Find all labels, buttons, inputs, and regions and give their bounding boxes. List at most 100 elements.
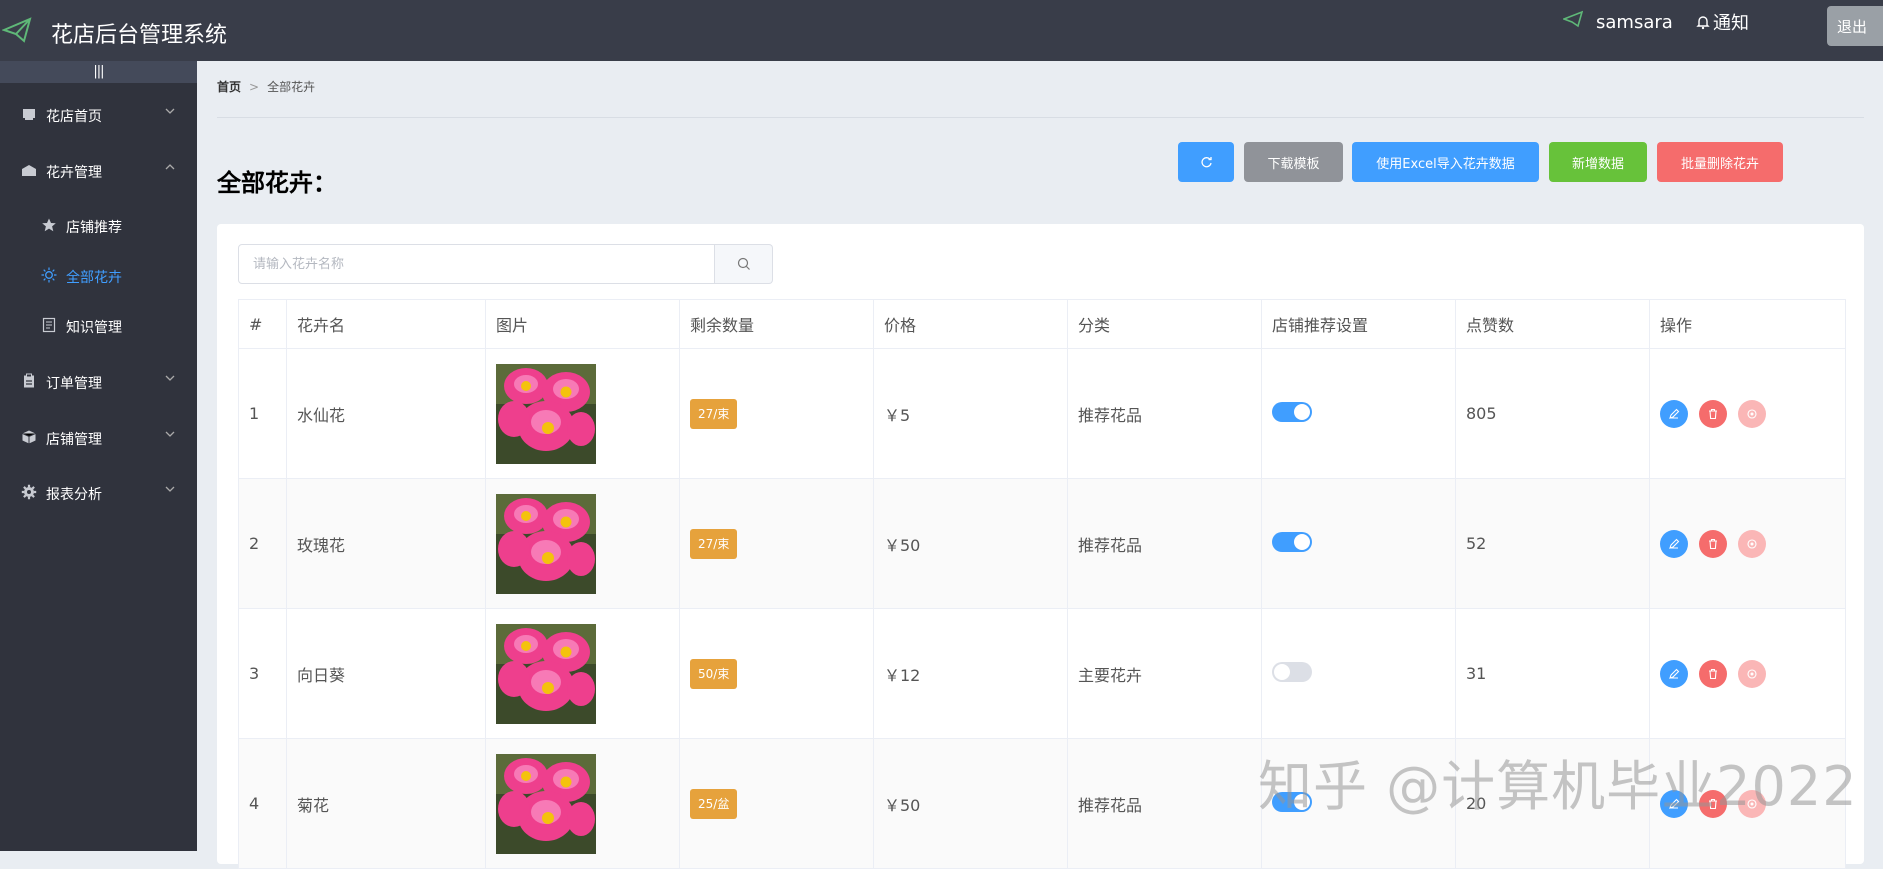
detail-icon [1747,408,1757,419]
delete-button[interactable] [1699,399,1727,428]
chevron-down-icon [165,375,175,381]
actions-cell [1649,608,1846,739]
recommend-toggle[interactable] [1272,401,1312,422]
column-header: 点赞数 [1455,299,1650,349]
sidebar-item-label: 全部花卉 [66,270,122,286]
toggle-knob [1274,663,1290,680]
search-button[interactable] [715,244,773,284]
category: 主要花卉 [1067,608,1262,739]
row-index: 3 [238,608,287,739]
row-index: 4 [238,738,287,869]
edit-icon [1669,668,1680,679]
breadcrumb-separator-icon: > [249,80,260,94]
detail-icon [1747,538,1757,549]
likes: 52 [1455,478,1650,609]
toggle-knob [1294,403,1310,420]
category: 推荐花品 [1067,478,1262,609]
edit-button[interactable] [1660,399,1688,428]
actions-cell [1649,348,1846,479]
chevron-down-icon [165,431,175,437]
quantity-cell: 27/束 [679,348,874,479]
batch-delete-button[interactable]: 批量删除花卉 [1657,142,1783,182]
chevron-up-icon [165,164,175,170]
actions-cell [1649,478,1846,609]
app-title: 花店后台管理系统 [51,23,228,48]
quantity-tag: 27/束 [690,528,738,559]
notify-link[interactable]: 通知 [1695,9,1749,35]
sidebar-item-shop-home[interactable]: 花店首页 [0,95,197,135]
quantity-tag: 50/束 [690,658,738,689]
column-header: 店铺推荐设置 [1261,299,1456,349]
sidebar-item-all-flowers[interactable]: 全部花卉 [0,256,197,296]
watermark: 知乎 @计算机毕业2022 [1258,755,1858,818]
sidebar-item-label: 花卉管理 [46,165,102,181]
recommend-toggle[interactable] [1272,531,1312,552]
flower-image-cell [485,478,680,609]
column-header: 分类 [1067,299,1262,349]
breadcrumb-home[interactable]: 首页 [217,80,241,94]
table-row: 3 向日葵 50/束 ￥12 主要花卉 31 [238,608,1846,739]
likes: 31 [1455,608,1650,739]
quantity-cell: 25/盆 [679,738,874,869]
page-title: 全部花卉： [217,169,337,197]
sidebar-toggle[interactable]: ||| [0,61,197,83]
quantity-tag: 27/束 [690,398,738,429]
sidebar-item-shop-recommend[interactable]: 店铺推荐 [0,206,197,246]
detail-button[interactable] [1738,399,1766,428]
logout-button[interactable]: 退出 [1827,6,1883,46]
paper-plane-logo-icon [2,17,32,43]
sidebar: ||| 花店首页 花卉管理 店铺推荐 全部花卉 知识管理 订单管理 店铺管理 报… [0,61,197,851]
edit-button[interactable] [1660,529,1688,558]
flower-name: 向日葵 [286,608,486,739]
table-row: 2 玫瑰花 27/束 ￥50 推荐花品 52 [238,478,1846,609]
refresh-button[interactable] [1178,142,1234,182]
username[interactable]: samsara [1596,12,1673,33]
shop-icon [23,109,35,120]
chevron-down-icon [165,486,175,492]
add-data-button[interactable]: 新增数据 [1549,142,1647,182]
table-row: 1 水仙花 27/束 ￥5 推荐花品 805 [238,348,1846,479]
table-header-row: # 花卉名 图片 剩余数量 价格 分类 店铺推荐设置 点赞数 操作 [238,299,1846,349]
import-excel-button[interactable]: 使用Excel导入花卉数据 [1352,142,1539,182]
sidebar-item-label: 订单管理 [46,376,102,392]
download-template-button[interactable]: 下载模板 [1244,142,1343,182]
sidebar-item-shop-mgmt[interactable]: 店铺管理 [0,418,197,458]
edit-button[interactable] [1660,659,1688,688]
column-header: 图片 [485,299,680,349]
price: ￥50 [873,478,1068,609]
row-index: 1 [238,348,287,479]
breadcrumb-divider [217,117,1864,118]
sidebar-item-flower-mgmt[interactable]: 花卉管理 [0,151,197,191]
box-icon [22,430,36,444]
bell-icon [1696,16,1710,30]
flower-image [496,363,596,464]
flower-name: 菊花 [286,738,486,869]
edit-icon [1669,408,1680,419]
column-header: 价格 [873,299,1068,349]
trash-icon [1709,408,1717,419]
sidebar-item-label: 店铺推荐 [66,220,122,236]
delete-button[interactable] [1699,529,1727,558]
quantity-cell: 27/束 [679,478,874,609]
sidebar-item-reports[interactable]: 报表分析 [0,473,197,513]
search-input[interactable] [238,244,715,284]
document-icon [42,317,56,333]
detail-button[interactable] [1738,529,1766,558]
clipboard-icon [24,373,34,388]
flower-image-cell [485,738,680,869]
top-header: 花店后台管理系统 samsara 通知 退出 [0,0,1883,61]
quantity-tag: 25/盆 [690,788,738,819]
notify-label: 通知 [1713,13,1749,34]
sidebar-item-knowledge[interactable]: 知识管理 [0,306,197,346]
sidebar-item-label: 知识管理 [66,320,122,336]
gear-icon [21,484,37,500]
flower-name: 水仙花 [286,348,486,479]
recommend-toggle[interactable] [1272,661,1312,682]
detail-button[interactable] [1738,659,1766,688]
column-header: 操作 [1649,299,1846,349]
building-icon [22,165,36,176]
sidebar-item-orders[interactable]: 订单管理 [0,362,197,402]
sidebar-item-label: 店铺管理 [46,432,102,448]
delete-button[interactable] [1699,659,1727,688]
flower-image-cell [485,348,680,479]
